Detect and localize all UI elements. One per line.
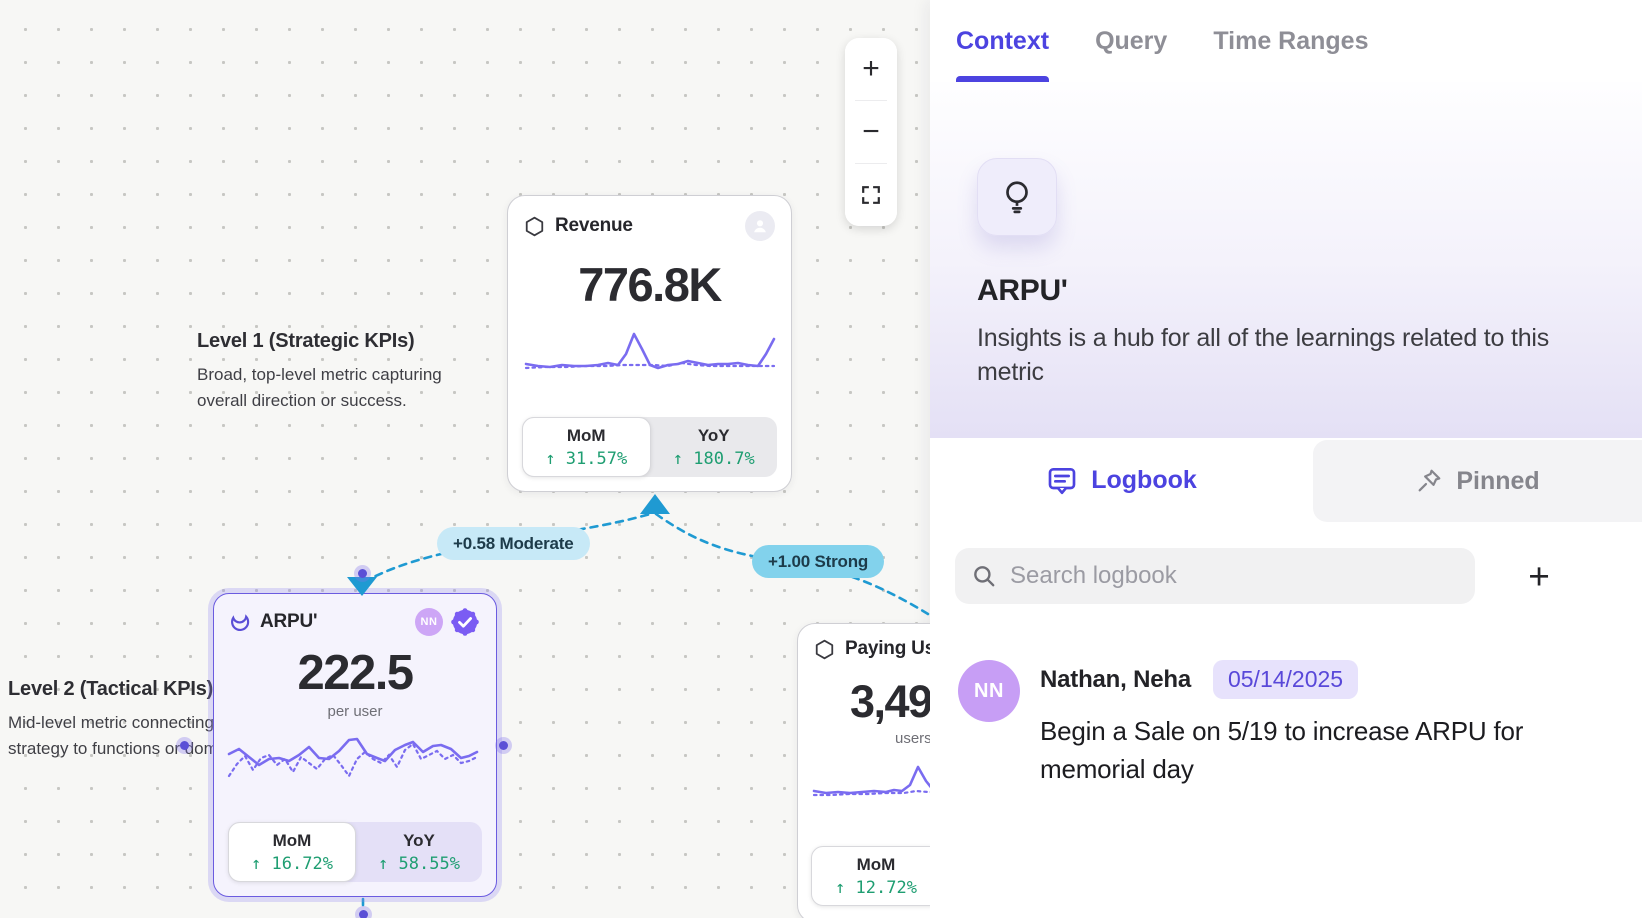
revenue-sparkline	[524, 324, 776, 376]
add-log-entry-button[interactable]: +	[1517, 554, 1561, 598]
metric-card-revenue[interactable]: Revenue 776.8K MoM ↑ 31.57% YoY ↑ 180.7%	[507, 195, 792, 492]
stat-chip-yoy[interactable]: YoY ↑ 58.55%	[356, 822, 482, 882]
metric-value: 776.8K	[508, 257, 791, 312]
entry-date-badge: 05/14/2025	[1213, 660, 1358, 699]
connection-handle-right[interactable]	[495, 737, 512, 754]
tab-logbook-label: Logbook	[1091, 466, 1197, 495]
stat-label: MoM	[857, 855, 896, 875]
paying-users-sparkline	[812, 757, 930, 805]
card-title: ARPU'	[260, 611, 317, 633]
stat-chip-mom[interactable]: MoM ↑ 16.72%	[228, 822, 356, 882]
metric-unit: users	[798, 730, 930, 747]
stat-chip-yoy[interactable]: YoY ↑ 180.7%	[651, 417, 778, 477]
zoom-out-button[interactable]: −	[845, 101, 897, 163]
pin-icon	[1415, 467, 1443, 495]
tab-pinned[interactable]: Pinned	[1313, 440, 1642, 522]
moon-icon	[230, 612, 250, 632]
verified-badge-icon	[450, 607, 480, 637]
edge-label-strong[interactable]: +1.00 Strong	[752, 545, 884, 578]
stat-value: ↑ 16.72%	[251, 854, 333, 874]
stat-value: ↑ 58.55%	[378, 854, 460, 874]
fit-view-button[interactable]	[845, 164, 897, 226]
metric-hexagon-icon	[814, 639, 835, 660]
stat-value: ↑ 12.72%	[835, 878, 917, 898]
fullscreen-icon	[860, 184, 882, 206]
metric-card-arpu[interactable]: ARPU' NN 222.5 per user MoM ↑	[213, 593, 497, 897]
logbook-pinned-tabs: Logbook Pinned	[930, 438, 1642, 522]
lightbulb-icon	[998, 178, 1036, 216]
tab-query[interactable]: Query	[1095, 0, 1167, 82]
metric-detail-panel: Context Query Time Ranges ARPU' Insights…	[930, 0, 1642, 918]
metric-value: 3,49	[798, 676, 930, 728]
logbook-search-row: +	[955, 548, 1642, 604]
search-input[interactable]	[1010, 562, 1440, 590]
arrowhead-into-revenue	[636, 491, 676, 517]
stat-value: ↑ 180.7%	[673, 449, 755, 469]
person-icon	[751, 217, 769, 235]
owner-avatar[interactable]	[745, 211, 775, 241]
metric-title: ARPU'	[977, 274, 1596, 308]
zoom-in-button[interactable]: +	[845, 38, 897, 100]
card-title: Paying Users'	[845, 638, 930, 660]
metric-hexagon-icon	[524, 216, 545, 237]
stat-value: ↑ 31.57%	[545, 449, 627, 469]
logbook-entry[interactable]: NN Nathan, Neha 05/14/2025 Begin a Sale …	[958, 660, 1642, 788]
tab-context[interactable]: Context	[956, 0, 1049, 82]
stat-label: MoM	[567, 426, 606, 446]
stat-chip-mom[interactable]: MoM ↑ 31.57%	[522, 417, 651, 477]
metric-hero: ARPU' Insights is a hub for all of the l…	[930, 82, 1642, 438]
canvas-zoom-toolbar: + −	[845, 38, 897, 226]
connection-handle-left[interactable]	[176, 737, 193, 754]
stat-label: YoY	[698, 426, 730, 446]
connection-handle-top[interactable]	[354, 565, 371, 582]
stat-label: MoM	[273, 831, 312, 851]
entry-avatar: NN	[958, 660, 1020, 722]
edge-label-moderate[interactable]: +0.58 Moderate	[437, 527, 590, 560]
logbook-search[interactable]	[955, 548, 1475, 604]
panel-tab-bar: Context Query Time Ranges	[930, 0, 1642, 82]
connection-handle-bottom[interactable]	[355, 906, 372, 918]
tab-time-ranges[interactable]: Time Ranges	[1213, 0, 1368, 82]
stat-chip-mom[interactable]: MoM ↑ 12.72%	[811, 846, 930, 906]
metric-tree-canvas[interactable]: Level 1 (Strategic KPIs) Broad, top-leve…	[0, 0, 930, 918]
insight-icon-box	[977, 158, 1057, 236]
metric-unit: per user	[214, 703, 496, 720]
collaborator-avatar[interactable]: NN	[415, 608, 443, 636]
arpu-sparkline	[227, 728, 483, 790]
entry-message: Begin a Sale on 5/19 to increase ARPU fo…	[1040, 713, 1545, 788]
entry-author: Nathan, Neha	[1040, 666, 1191, 694]
tab-pinned-label: Pinned	[1456, 467, 1539, 496]
logbook-comment-icon	[1046, 464, 1078, 496]
metric-description: Insights is a hub for all of the learnin…	[977, 321, 1552, 389]
metric-value: 222.5	[214, 645, 496, 701]
stat-label: YoY	[403, 831, 435, 851]
tab-logbook[interactable]: Logbook	[930, 438, 1313, 522]
search-icon	[971, 563, 997, 589]
card-title: Revenue	[555, 215, 633, 237]
metric-card-paying-users[interactable]: Paying Users' 3,49 users MoM ↑ 12.72%	[797, 623, 930, 918]
